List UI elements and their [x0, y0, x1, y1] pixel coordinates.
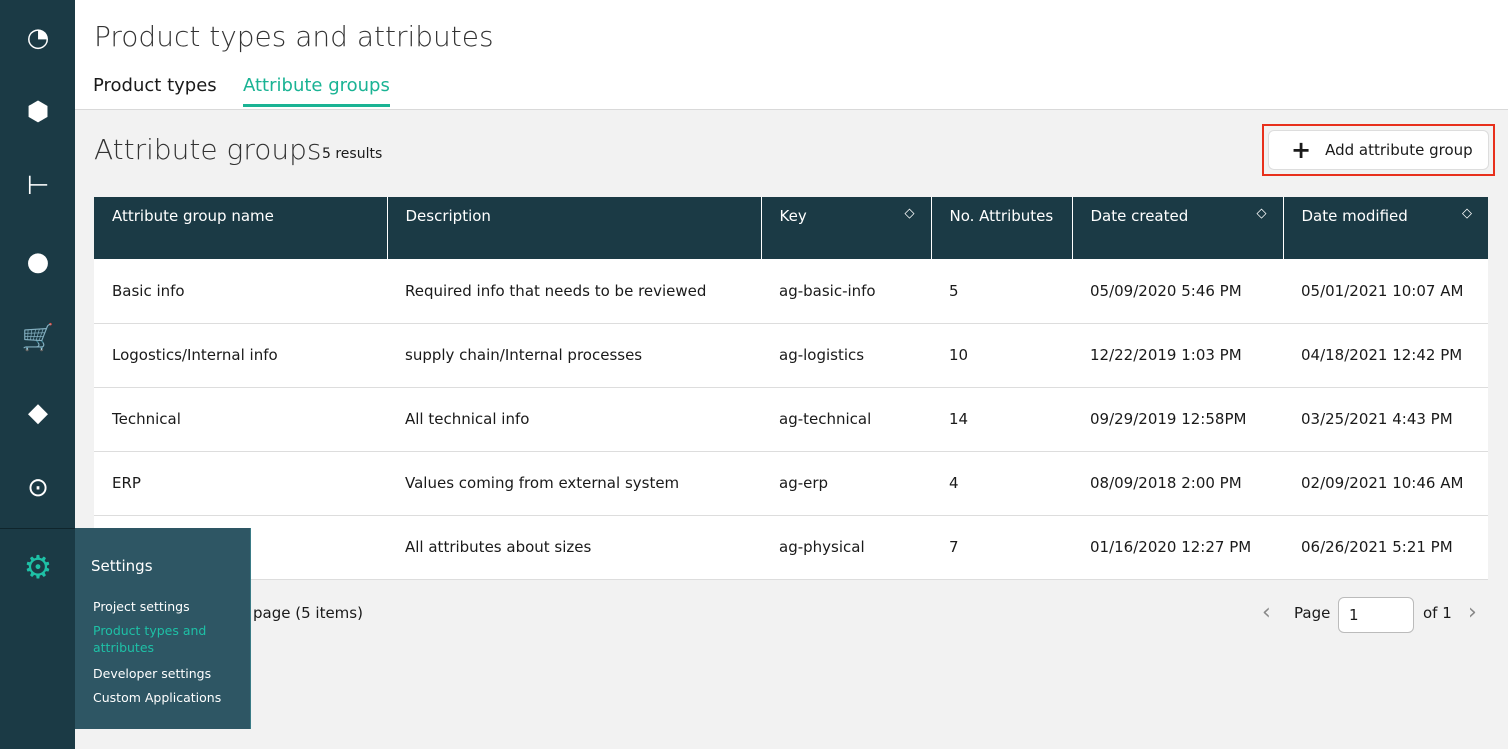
table-cell: ERP	[94, 451, 387, 516]
tab-attribute-groups[interactable]: Attribute groups	[243, 75, 390, 107]
section-title: Attribute groups	[94, 133, 322, 166]
menu-item-custom-applications[interactable]: Custom Applications	[93, 689, 221, 706]
dashboard-icon[interactable]: ◔	[20, 20, 56, 56]
page-header: Product types and attributes Product typ…	[75, 0, 1508, 110]
table-cell: 5	[931, 259, 1072, 324]
menu-item-product-types[interactable]: Product types and attributes	[93, 622, 223, 656]
table-row[interactable]: Basic info Required info that needs to be…	[94, 259, 1488, 324]
page-label: Page	[1294, 604, 1331, 622]
table-cell: Basic info	[94, 259, 387, 324]
table-cell: 01/16/2020 12:27 PM	[1072, 515, 1283, 580]
table-cell: Technical	[94, 387, 387, 452]
items-per-page[interactable]: page (5 items)	[253, 604, 363, 622]
tab-product-types[interactable]: Product types	[93, 75, 217, 104]
table-cell: ag-logistics	[761, 323, 931, 388]
results-count: 5 results	[322, 146, 383, 162]
table-cell: ag-physical	[761, 515, 931, 580]
table-row[interactable]: Technical All technical info ag-technical 1…	[94, 387, 1488, 452]
discounts-icon[interactable]: ◆	[20, 395, 56, 431]
table-cell: Logostics/Internal info	[94, 323, 387, 388]
main-nav: ◔ ⬢ ⊢ ● 🛒 ◆ ⊙ ⚙	[0, 0, 75, 749]
table-cell: ag-technical	[761, 387, 931, 452]
products-icon[interactable]: ⬢	[20, 94, 56, 130]
table-cell: 08/09/2018 2:00 PM	[1072, 451, 1283, 516]
plus-icon: +	[1291, 136, 1312, 164]
page-input[interactable]: 1	[1338, 597, 1414, 633]
table-cell: supply chain/Internal processes	[387, 323, 761, 388]
table-cell: 7	[931, 515, 1072, 580]
customers-icon[interactable]: ●	[20, 244, 56, 280]
gear-icon[interactable]: ⚙	[20, 548, 56, 586]
next-page-icon[interactable]: ›	[1468, 600, 1477, 625]
table-cell: ag-basic-info	[761, 259, 931, 324]
attribute-groups-table: Attribute group name Description Key ◇ No…	[94, 197, 1488, 580]
cart-icon[interactable]: 🛒	[20, 320, 56, 356]
table-cell: 12/22/2019 1:03 PM	[1072, 323, 1283, 388]
column-header-date-created[interactable]: Date created ◇	[1072, 197, 1284, 259]
table-cell: 02/09/2021 10:46 AM	[1283, 451, 1488, 516]
sort-icon[interactable]: ◇	[1462, 206, 1472, 221]
divider	[0, 528, 75, 529]
table-cell: Values coming from external system	[387, 451, 761, 516]
sort-icon[interactable]: ◇	[905, 206, 915, 221]
flyout-title: Settings	[91, 557, 153, 575]
settings-flyout: Settings Project settings Product types …	[75, 528, 251, 729]
column-header-description: Description	[387, 197, 762, 259]
table-cell: 4	[931, 451, 1072, 516]
categories-icon[interactable]: ⊢	[20, 168, 56, 204]
table-cell: All technical info	[387, 387, 761, 452]
table-cell: 14	[931, 387, 1072, 452]
column-header-name: Attribute group name	[94, 197, 388, 259]
table-cell: 04/18/2021 12:42 PM	[1283, 323, 1488, 388]
table-cell: 05/01/2021 10:07 AM	[1283, 259, 1488, 324]
table-cell: 09/29/2019 12:58PM	[1072, 387, 1283, 452]
table-row[interactable]: All attributes about sizes ag-physical 7 01…	[94, 515, 1488, 580]
audit-icon[interactable]: ⊙	[20, 470, 56, 506]
page-total: of 1	[1423, 604, 1452, 622]
menu-item-project-settings[interactable]: Project settings	[93, 598, 190, 615]
sort-icon[interactable]: ◇	[1257, 206, 1267, 221]
table-cell: Required info that needs to be reviewed	[387, 259, 761, 324]
prev-page-icon[interactable]: ‹	[1262, 600, 1271, 625]
table-row[interactable]: ERP Values coming from external system ag-…	[94, 451, 1488, 516]
column-header-key[interactable]: Key ◇	[761, 197, 932, 259]
column-header-no-attributes: No. Attributes	[931, 197, 1073, 259]
table-cell: 06/26/2021 5:21 PM	[1283, 515, 1488, 580]
table-cell: ag-erp	[761, 451, 931, 516]
table-row[interactable]: Logostics/Internal info supply chain/Inte…	[94, 323, 1488, 388]
page-title: Product types and attributes	[94, 20, 494, 53]
button-label: Add attribute group	[1325, 141, 1473, 159]
table-cell: All attributes about sizes	[387, 515, 761, 580]
table-cell: 05/09/2020 5:46 PM	[1072, 259, 1283, 324]
add-attribute-group-button[interactable]: + Add attribute group	[1268, 130, 1489, 170]
column-header-date-modified[interactable]: Date modified ◇	[1283, 197, 1488, 259]
menu-item-developer-settings[interactable]: Developer settings	[93, 665, 211, 682]
table-cell: 03/25/2021 4:43 PM	[1283, 387, 1488, 452]
table-cell: 10	[931, 323, 1072, 388]
